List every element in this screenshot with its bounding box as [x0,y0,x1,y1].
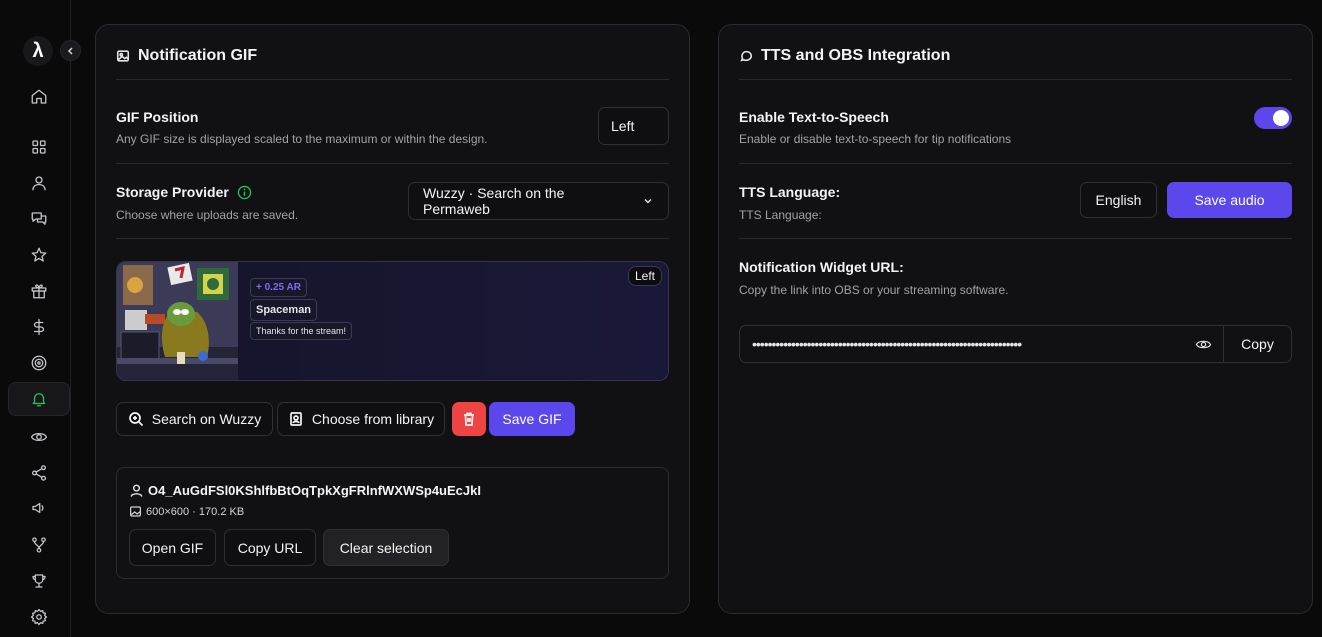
divider [739,163,1292,164]
sidebar-item-achievements[interactable] [8,564,70,598]
file-id-row: O4_AuGdFSl0KShlfbBtOqTpkXgFRlnfWXWSp4uEc… [129,483,481,498]
choose-library-button[interactable]: Choose from library [277,402,445,436]
trophy-icon [32,574,46,588]
notification-gif-card: Notification GIF GIF Position Any GIF si… [95,24,690,614]
eye-icon [30,432,48,442]
app-logo[interactable]: λ [23,36,53,66]
gif-position-description: Any GIF size is displayed scaled to the … [116,132,488,146]
open-gif-button[interactable]: Open GIF [129,529,216,566]
megaphone-icon [32,502,44,514]
gif-position-label: GIF Position [116,109,199,125]
divider [739,238,1292,239]
gif-position-select[interactable]: Left [598,107,669,145]
sidebar-item-settings[interactable] [8,600,70,634]
save-audio-button[interactable]: Save audio [1167,182,1292,218]
user-icon [130,484,143,497]
chevron-down-icon [644,199,652,204]
collapse-sidebar-button[interactable] [60,40,81,61]
bell-icon [32,393,46,407]
sidebar-item-share[interactable] [8,456,70,490]
storage-provider-label-row: Storage Provider [116,184,252,200]
library-icon [290,412,302,426]
tts-obs-card: TTS and OBS Integration Enable Text-to-S… [718,24,1313,614]
divider [116,163,669,164]
selected-file-panel: O4_AuGdFSl0KShlfbBtOqTpkXgFRlnfWXWSp4uEc… [116,467,669,579]
tts-language-select[interactable]: English [1080,182,1157,218]
tts-obs-title: TTS and OBS Integration [739,47,950,65]
tipper-name-chip: Spaceman [250,299,318,321]
message-circle-icon [740,50,753,62]
copy-widget-url-button[interactable]: Copy [1223,326,1291,362]
toggle-knob [1273,110,1289,126]
branch-icon [32,537,46,553]
divider [116,79,669,80]
card-title-text: Notification GIF [138,47,258,64]
storage-provider-select[interactable]: Wuzzy · Search on the Permaweb [408,182,669,220]
widget-url-description: Copy the link into OBS or your streaming… [739,283,1009,297]
sidebar-item-overlay[interactable] [8,420,70,454]
sidebar-item-dashboard[interactable] [8,130,70,164]
sidebar-item-notifications[interactable] [8,382,70,416]
sidebar-item-chat[interactable] [8,202,70,236]
file-id: O4_AuGdFSl0KShlfbBtOqTpkXgFRlnfWXWSp4uEc… [148,483,481,498]
divider [116,238,669,239]
trash-icon [464,412,474,426]
grid-icon [32,140,46,154]
choose-library-label: Choose from library [311,411,435,427]
gift-icon [31,284,47,299]
file-meta: 600×600 · 170.2 KB [146,505,245,518]
sidebar: λ [0,0,81,637]
enable-tts-description: Enable or disable text-to-speech for tip… [739,132,1012,146]
star-icon [31,247,47,262]
preview-position-badge: Left [627,266,662,286]
file-meta-row: 600×600 · 170.2 KB [129,505,244,518]
divider [739,79,1292,80]
copy-url-button[interactable]: Copy URL [224,529,316,566]
notification-gif-title: Notification GIF [116,47,257,65]
image-icon [116,50,130,62]
storage-provider-label: Storage Provider [116,184,229,200]
sidebar-item-integrations[interactable] [8,528,70,562]
chat-icon [31,212,47,225]
target-icon [31,355,47,371]
settings-icon [30,608,48,626]
image-icon [130,506,141,517]
delete-gif-button[interactable] [452,402,486,436]
widget-url-label: Notification Widget URL: [739,259,904,275]
sidebar-item-home[interactable] [8,80,70,114]
info-icon[interactable] [237,185,252,200]
home-icon [31,89,47,104]
sidebar-item-favorites[interactable] [8,238,70,272]
gif-thumbnail [117,262,238,380]
sidebar-item-goals[interactable] [8,346,70,380]
sidebar-item-gifts[interactable] [8,274,70,308]
eye-icon [1195,340,1211,348]
tts-language-description: TTS Language: [739,208,822,222]
tts-language-label: TTS Language: [739,184,841,200]
tip-amount-chip: + 0.25 AR [250,278,307,297]
sidebar-item-tips[interactable] [8,310,70,344]
tip-message-chip: Thanks for the stream! [250,322,353,340]
enable-tts-toggle[interactable] [1254,107,1292,129]
dollar-icon [33,318,45,336]
widget-url-field: ••••••••••••••••••••••••••••••••••••••••… [739,325,1292,363]
reveal-url-button[interactable] [1183,326,1223,362]
sidebar-item-profile[interactable] [8,166,70,200]
zoom-search-icon [128,412,143,427]
clear-selection-button[interactable]: Clear selection [323,529,449,566]
share-icon [31,465,47,481]
sidebar-item-announcements[interactable] [8,491,70,525]
enable-tts-label: Enable Text-to-Speech [739,109,889,125]
chevron-left-icon [67,46,73,55]
card-title-text: TTS and OBS Integration [761,47,951,64]
widget-url-value[interactable]: ••••••••••••••••••••••••••••••••••••••••… [740,336,1183,352]
gif-thumbnail-art [117,262,238,380]
search-wuzzy-label: Search on Wuzzy [151,411,262,427]
storage-provider-value: Wuzzy · Search on the Permaweb [423,185,565,217]
search-wuzzy-button[interactable]: Search on Wuzzy [116,402,273,436]
notification-preview: + 0.25 AR Spaceman Thanks for the stream… [116,261,669,381]
storage-provider-description: Choose where uploads are saved. [116,208,299,222]
save-gif-button[interactable]: Save GIF [489,402,575,436]
user-icon [32,176,46,191]
